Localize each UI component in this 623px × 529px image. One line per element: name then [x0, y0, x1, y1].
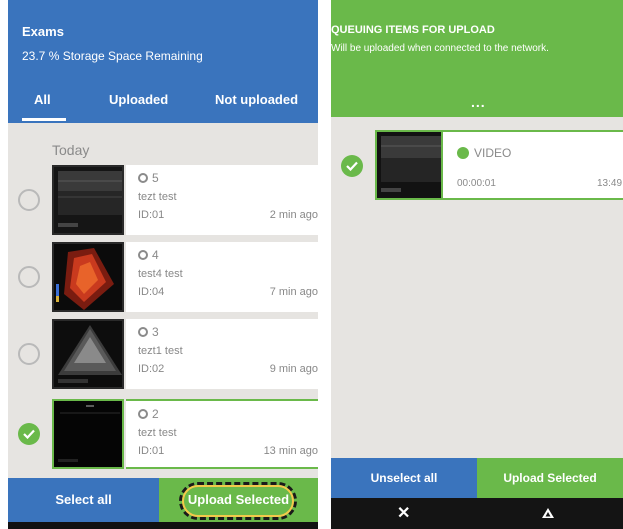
tab-uploaded[interactable]: Uploaded [109, 92, 168, 107]
active-tab-indicator [22, 118, 66, 121]
queue-item-card[interactable]: VIDEO 00:00:01 13:49 [443, 130, 623, 200]
tab-all[interactable]: All [34, 92, 51, 107]
tab-not-uploaded[interactable]: Not uploaded [215, 92, 298, 107]
queue-subtitle: Will be uploaded when connected to the n… [331, 43, 549, 54]
doppler-red-icon [52, 242, 124, 312]
queue-title: QUEUING ITEMS FOR UPLOAD [331, 24, 495, 36]
timestamp: 13 min ago [263, 445, 318, 457]
exam-number: 4 [138, 248, 159, 262]
exam-row[interactable]: 2 tezt test ID:01 13 min ago [8, 397, 318, 471]
close-icon[interactable]: ✕ [397, 503, 410, 523]
ultrasound-cone-icon [52, 319, 124, 389]
storage-status: 23.7 % Storage Space Remaining [22, 49, 203, 63]
patient-id: ID:01 [138, 209, 165, 221]
patient-id: ID:01 [138, 445, 165, 457]
exam-card[interactable]: 5 tezt test ID:01 2 min ago [126, 165, 318, 235]
exam-number-value: 2 [152, 407, 159, 421]
exam-card[interactable]: 3 tezt1 test ID:02 9 min ago [126, 319, 318, 389]
ultrasound-dark-icon [52, 399, 124, 469]
exams-header: Exams 23.7 % Storage Space Remaining All… [8, 0, 318, 123]
filter-tabs: All Uploaded Not uploaded [8, 80, 318, 123]
timestamp: 13:49 [597, 178, 623, 189]
upload-selected-label: Upload Selected [187, 492, 290, 507]
patient-id: ID:04 [138, 286, 165, 298]
ultrasound-gray-icon [52, 165, 124, 235]
section-label-today: Today [52, 142, 90, 158]
exam-number-value: 5 [152, 171, 159, 185]
check-icon [23, 429, 35, 439]
upload-selected-button[interactable]: Upload Selected [477, 458, 623, 498]
select-radio-checked[interactable] [341, 155, 363, 177]
upload-selected-button[interactable]: Upload Selected [159, 478, 318, 522]
patient-id: ID:02 [138, 363, 165, 375]
video-icon [457, 147, 469, 159]
exam-row[interactable]: 3 tezt1 test ID:02 9 min ago [8, 317, 318, 391]
media-icon [138, 409, 148, 419]
media-icon [138, 327, 148, 337]
action-bar: Select all Upload Selected [8, 478, 318, 529]
nav-bar: ✕ [331, 498, 623, 529]
exam-row[interactable]: 4 test4 test ID:04 7 min ago [8, 240, 318, 314]
timestamp: 2 min ago [269, 209, 318, 221]
select-all-button[interactable]: Select all [8, 478, 159, 522]
exam-row[interactable]: 5 tezt test ID:01 2 min ago [8, 163, 318, 237]
patient-name: tezt test [138, 427, 177, 439]
patient-name: tezt1 test [138, 345, 183, 357]
queue-header: QUEUING ITEMS FOR UPLOAD Will be uploade… [331, 0, 623, 117]
page-title: Exams [22, 24, 64, 39]
exam-number-value: 3 [152, 325, 159, 339]
action-bar: Unselect all Upload Selected ✕ [331, 458, 623, 529]
video-thumbnail [375, 130, 443, 200]
exam-card[interactable]: 2 tezt test ID:01 13 min ago [126, 399, 318, 469]
check-icon [346, 161, 358, 171]
upload-queue-screen: QUEUING ITEMS FOR UPLOAD Will be uploade… [331, 0, 623, 529]
exam-number: 5 [138, 171, 159, 185]
select-radio-checked[interactable] [18, 423, 40, 445]
exam-number: 2 [138, 407, 159, 421]
exams-screen: Exams 23.7 % Storage Space Remaining All… [8, 0, 318, 529]
media-icon [138, 250, 148, 260]
media-type-label: VIDEO [474, 146, 512, 160]
select-radio[interactable] [18, 266, 40, 288]
home-icon[interactable] [541, 507, 555, 519]
timestamp: 7 min ago [269, 286, 318, 298]
exam-card[interactable]: 4 test4 test ID:04 7 min ago [126, 242, 318, 312]
select-radio[interactable] [18, 343, 40, 365]
patient-name: tezt test [138, 191, 177, 203]
exam-number: 3 [138, 325, 159, 339]
timestamp: 9 min ago [269, 363, 318, 375]
video-duration: 00:00:01 [457, 178, 496, 189]
nav-bar [8, 522, 318, 529]
unselect-all-button[interactable]: Unselect all [331, 458, 477, 498]
patient-name: test4 test [138, 268, 183, 280]
select-radio[interactable] [18, 189, 40, 211]
media-type: VIDEO [457, 146, 511, 160]
exam-number-value: 4 [152, 248, 159, 262]
more-options-icon[interactable]: ... [471, 94, 486, 110]
media-icon [138, 173, 148, 183]
